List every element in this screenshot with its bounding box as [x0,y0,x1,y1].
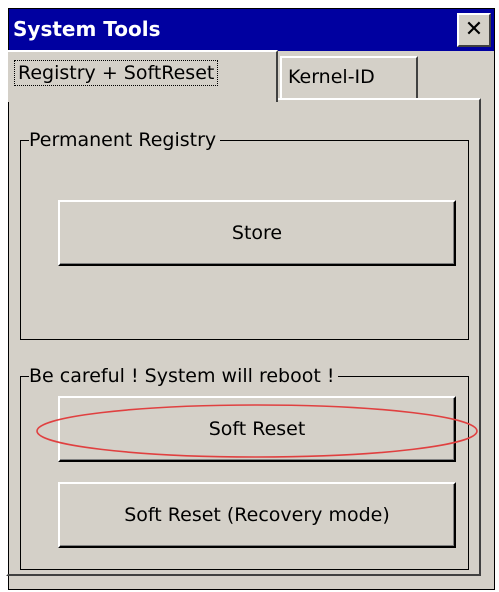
tab-kernel-id[interactable]: Kernel-ID [280,56,418,100]
reboot-warning-group-title: Be careful ! System will reboot ! [29,364,339,388]
soft-reset-button[interactable]: Soft Reset [58,396,456,462]
tab-registry-softreset[interactable]: Registry + SoftReset [6,50,278,102]
tab-registry-softreset-label: Registry + SoftReset [14,60,219,86]
tab-kernel-id-label: Kernel-ID [288,66,375,88]
close-button[interactable]: ✕ [457,13,491,47]
window-title: System Tools [13,17,161,41]
title-bar: System Tools ✕ [9,9,494,51]
store-button[interactable]: Store [58,200,456,266]
permanent-registry-group-title: Permanent Registry [29,128,221,152]
soft-reset-recovery-button[interactable]: Soft Reset (Recovery mode) [58,482,456,548]
close-icon: ✕ [464,17,484,42]
